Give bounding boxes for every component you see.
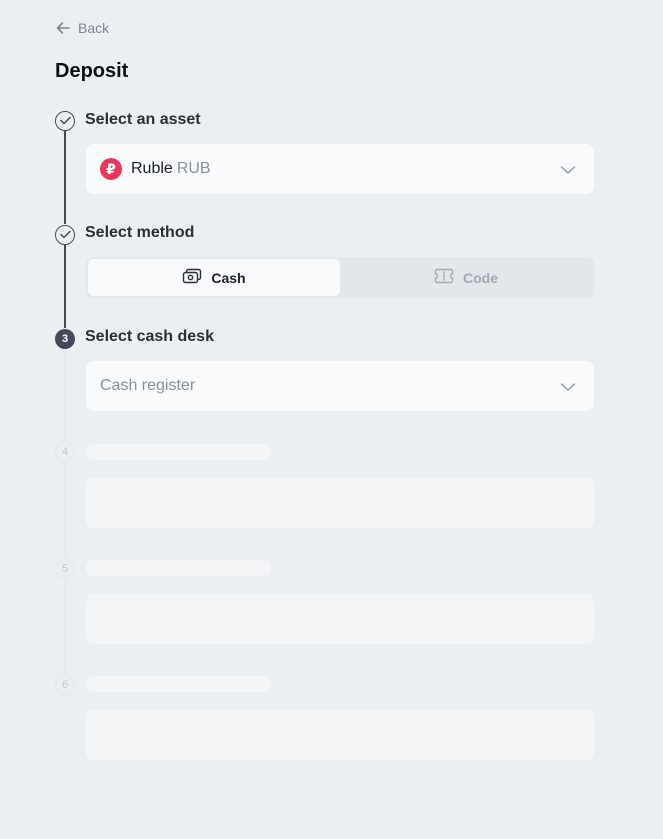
ruble-coin-icon: ₽: [100, 158, 122, 180]
asset-name: Ruble: [131, 160, 173, 177]
step-2-marker: [55, 225, 75, 245]
step-4-marker: 4: [55, 442, 75, 462]
step-1-marker: [55, 111, 75, 131]
method-option-cash[interactable]: Cash: [88, 259, 340, 296]
cash-desk-placeholder: Cash register: [100, 377, 196, 394]
step-3-marker: 3: [55, 329, 75, 349]
step-2-label: Select method: [85, 224, 195, 241]
arrow-left-icon: [55, 21, 71, 35]
step-5-field-skeleton: [86, 594, 594, 644]
step-connector-2: [64, 244, 66, 328]
check-icon: [59, 112, 71, 130]
step-6-label-skeleton: [86, 676, 271, 692]
back-link[interactable]: Back: [55, 20, 109, 36]
step-5-marker: 5: [55, 559, 75, 579]
method-option-label: Code: [463, 269, 498, 286]
step-connector-3: [64, 348, 66, 443]
deposit-page: Back Deposit Select an asset ₽ Ruble RUB…: [0, 0, 663, 839]
cash-desk-select[interactable]: Cash register: [86, 361, 594, 411]
page-title: Deposit: [55, 60, 129, 82]
chevron-down-icon: [560, 162, 576, 180]
chevron-down-icon: [560, 379, 576, 397]
step-4-field-skeleton: [86, 478, 594, 528]
step-connector-1: [64, 130, 66, 224]
check-icon: [59, 226, 71, 244]
step-4-label-skeleton: [86, 444, 271, 460]
step-6-field-skeleton: [86, 710, 594, 760]
step-5-label-skeleton: [86, 560, 271, 576]
step-3-label: Select cash desk: [85, 328, 214, 345]
asset-select[interactable]: ₽ Ruble RUB: [86, 144, 594, 194]
step-connector-4: [64, 460, 66, 560]
step-connector-5: [64, 577, 66, 676]
step-6-marker: 6: [55, 675, 75, 695]
banknotes-icon: [182, 268, 202, 287]
method-option-label: Cash: [211, 269, 246, 286]
method-option-code[interactable]: Code: [340, 259, 592, 296]
asset-code: RUB: [176, 160, 211, 177]
back-label: Back: [78, 20, 110, 36]
step-1-label: Select an asset: [85, 111, 201, 128]
method-toggle: Cash Code: [86, 257, 594, 298]
voucher-code-icon: [434, 268, 454, 287]
